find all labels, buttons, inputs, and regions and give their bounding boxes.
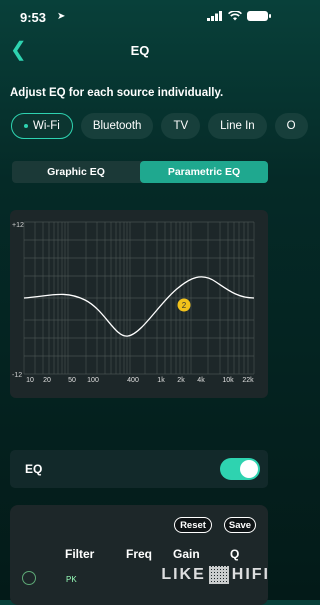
eq-mode-switch: Graphic EQ Parametric EQ <box>12 161 268 183</box>
source-tabs: Wi-Fi Bluetooth TV Line In O <box>11 113 308 139</box>
x-tick-label: 10 <box>26 377 34 384</box>
page-subtitle: Adjust EQ for each source individually. <box>10 87 224 99</box>
column-header-filter: Filter <box>65 547 95 561</box>
eq-response-curve <box>23 276 255 337</box>
watermark-heart-icon <box>208 566 229 584</box>
y-axis-bottom-label: -12 <box>12 372 22 379</box>
source-tab-optical[interactable]: O <box>274 113 308 139</box>
eq-graph-card: +12 -12 10 20 50 100 400 1k 2k 4k 10k 22… <box>10 210 268 398</box>
source-tab-label: Bluetooth <box>92 120 142 132</box>
source-tab-label: Line In <box>220 120 255 132</box>
graphic-eq-tab[interactable]: Graphic EQ <box>12 161 140 183</box>
eq-toggle-switch[interactable] <box>220 458 260 480</box>
active-dot-icon <box>24 124 28 128</box>
eq-toggle-label: EQ <box>25 462 43 476</box>
cellular-signal-icon <box>207 11 222 21</box>
x-tick-label: 22k <box>242 377 254 384</box>
source-tab-wifi[interactable]: Wi-Fi <box>11 113 73 139</box>
status-bar: 9:53 ➤ <box>0 0 280 30</box>
watermark-left: LIKE <box>161 566 206 583</box>
save-button[interactable]: Save <box>224 517 256 533</box>
eq-response-graph: +12 -12 10 20 50 100 400 1k 2k 4k 10k 22… <box>12 221 255 384</box>
status-icons <box>207 11 271 21</box>
source-tab-label: TV <box>173 120 189 132</box>
parametric-eq-tab[interactable]: Parametric EQ <box>140 161 268 183</box>
row-filter-type: PK <box>66 575 77 584</box>
eq-toggle-row: EQ <box>10 450 268 488</box>
clock: 9:53 <box>20 10 47 25</box>
x-tick-label: 1k <box>157 377 165 384</box>
toggle-knob <box>240 460 258 478</box>
x-tick-label: 20 <box>43 377 51 384</box>
row-select-icon[interactable] <box>22 571 36 585</box>
column-header-freq: Freq <box>126 547 153 561</box>
x-tick-label: 400 <box>127 377 139 384</box>
source-tab-line-in[interactable]: Line In <box>208 113 267 139</box>
column-header-gain: Gain <box>173 547 200 561</box>
x-tick-label: 100 <box>87 377 99 384</box>
watermark-right: HIFI <box>231 566 270 583</box>
x-tick-label: 2k <box>177 377 185 384</box>
source-tab-bluetooth[interactable]: Bluetooth <box>80 113 154 139</box>
column-header-q: Q <box>230 547 240 561</box>
battery-icon <box>247 11 271 21</box>
page-title: EQ <box>130 43 150 58</box>
source-tab-label: O <box>286 120 296 132</box>
location-arrow-icon: ➤ <box>57 11 66 22</box>
source-tab-label: Wi-Fi <box>33 120 60 132</box>
source-tab-tv[interactable]: TV <box>161 113 201 139</box>
wifi-icon <box>228 11 242 21</box>
x-tick-label: 10k <box>222 377 234 384</box>
navigation-bar: ❮ EQ <box>0 35 280 65</box>
filter-table-card: Reset Save Filter Freq Gain Q PK <box>10 505 268 605</box>
reset-button[interactable]: Reset <box>174 517 212 533</box>
x-tick-label: 4k <box>197 377 205 384</box>
watermark-logo: LIKE HIFI <box>161 566 270 584</box>
y-axis-top-label: +12 <box>12 222 24 229</box>
eq-band-marker-label: 2 <box>182 301 187 310</box>
x-tick-label: 50 <box>68 377 76 384</box>
